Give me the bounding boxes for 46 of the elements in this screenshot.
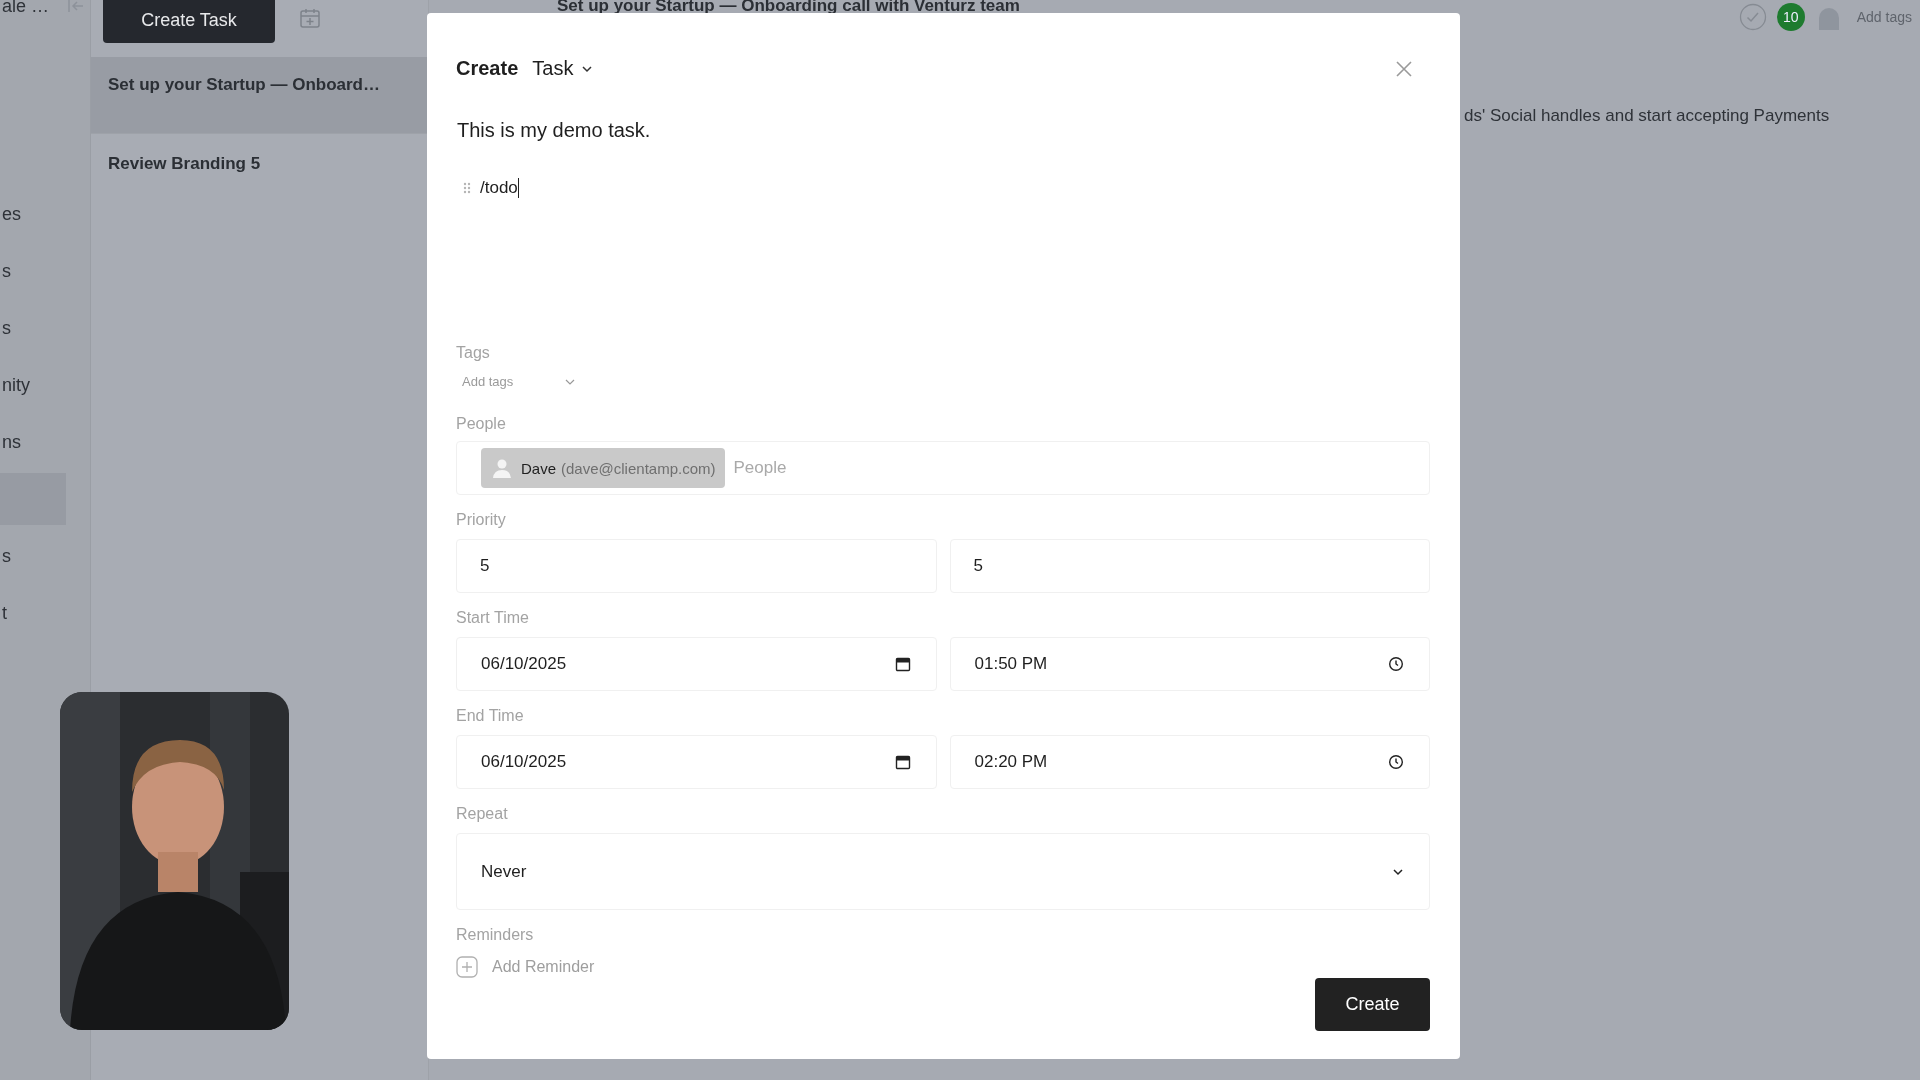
task-description: ds' Social handles and start accepting Payments — [1464, 106, 1831, 126]
calendar-plus-icon[interactable] — [299, 7, 321, 29]
field-label: Repeat — [456, 805, 509, 824]
sidebar-item[interactable]: ns — [2, 414, 21, 471]
priority-input[interactable]: 5 — [456, 539, 937, 593]
person-chip[interactable]: Dave (dave@clientamp.com) — [481, 448, 726, 488]
type-dropdown[interactable]: Task — [532, 57, 594, 80]
date-input[interactable]: 06/10/2025 — [456, 637, 937, 691]
sidebar-item[interactable]: es — [2, 186, 21, 243]
field-label: Reminders — [456, 926, 535, 945]
clock-icon[interactable] — [1388, 754, 1404, 770]
field-label: End Time — [456, 707, 525, 726]
time-input[interactable]: 01:50 PM — [949, 637, 1430, 691]
caret-icon — [1392, 867, 1404, 876]
check-circle-icon[interactable] — [1738, 3, 1767, 31]
field-label: People — [456, 415, 507, 434]
field-label: Start Time — [456, 609, 530, 628]
sidebar-item[interactable]: nity — [2, 357, 30, 414]
sidebar-item[interactable]: t — [2, 585, 7, 642]
people-field[interactable]: Dave (dave@clientamp.com) People — [456, 441, 1430, 495]
field-label: Tags — [456, 344, 491, 363]
sidebar-item[interactable]: s — [2, 528, 11, 585]
caret-icon — [581, 64, 594, 73]
create-task-button[interactable]: Create Task — [103, 0, 275, 43]
plus-icon — [456, 956, 478, 978]
close-icon[interactable] — [1395, 59, 1413, 78]
caret-icon — [565, 378, 576, 385]
drag-handle-icon[interactable] — [463, 182, 471, 194]
count-badge: 10 — [1776, 3, 1805, 31]
sidebar-item[interactable]: s — [2, 300, 11, 357]
task-body-text: This is my demo task. — [457, 119, 652, 142]
editor-text[interactable]: /todo — [480, 178, 519, 198]
task-item[interactable]: Set up your Startup — Onboard… — [91, 57, 428, 134]
date-input[interactable]: 06/10/2025 — [456, 735, 937, 789]
priority-input[interactable]: 5 — [949, 539, 1430, 593]
task-item[interactable]: Review Branding 5 — [91, 134, 428, 194]
calendar-icon[interactable] — [894, 754, 911, 770]
time-input[interactable]: 02:20 PM — [949, 735, 1430, 789]
field-label: Priority — [456, 511, 507, 530]
calendar-icon[interactable] — [894, 656, 911, 672]
clock-icon[interactable] — [1388, 656, 1404, 672]
dialog-title: Create — [456, 57, 519, 80]
sidebar-item[interactable]: s — [2, 243, 11, 300]
create-button[interactable]: Create — [1315, 978, 1430, 1031]
repeat-dropdown[interactable]: Never — [456, 833, 1430, 910]
person-icon — [491, 457, 513, 479]
